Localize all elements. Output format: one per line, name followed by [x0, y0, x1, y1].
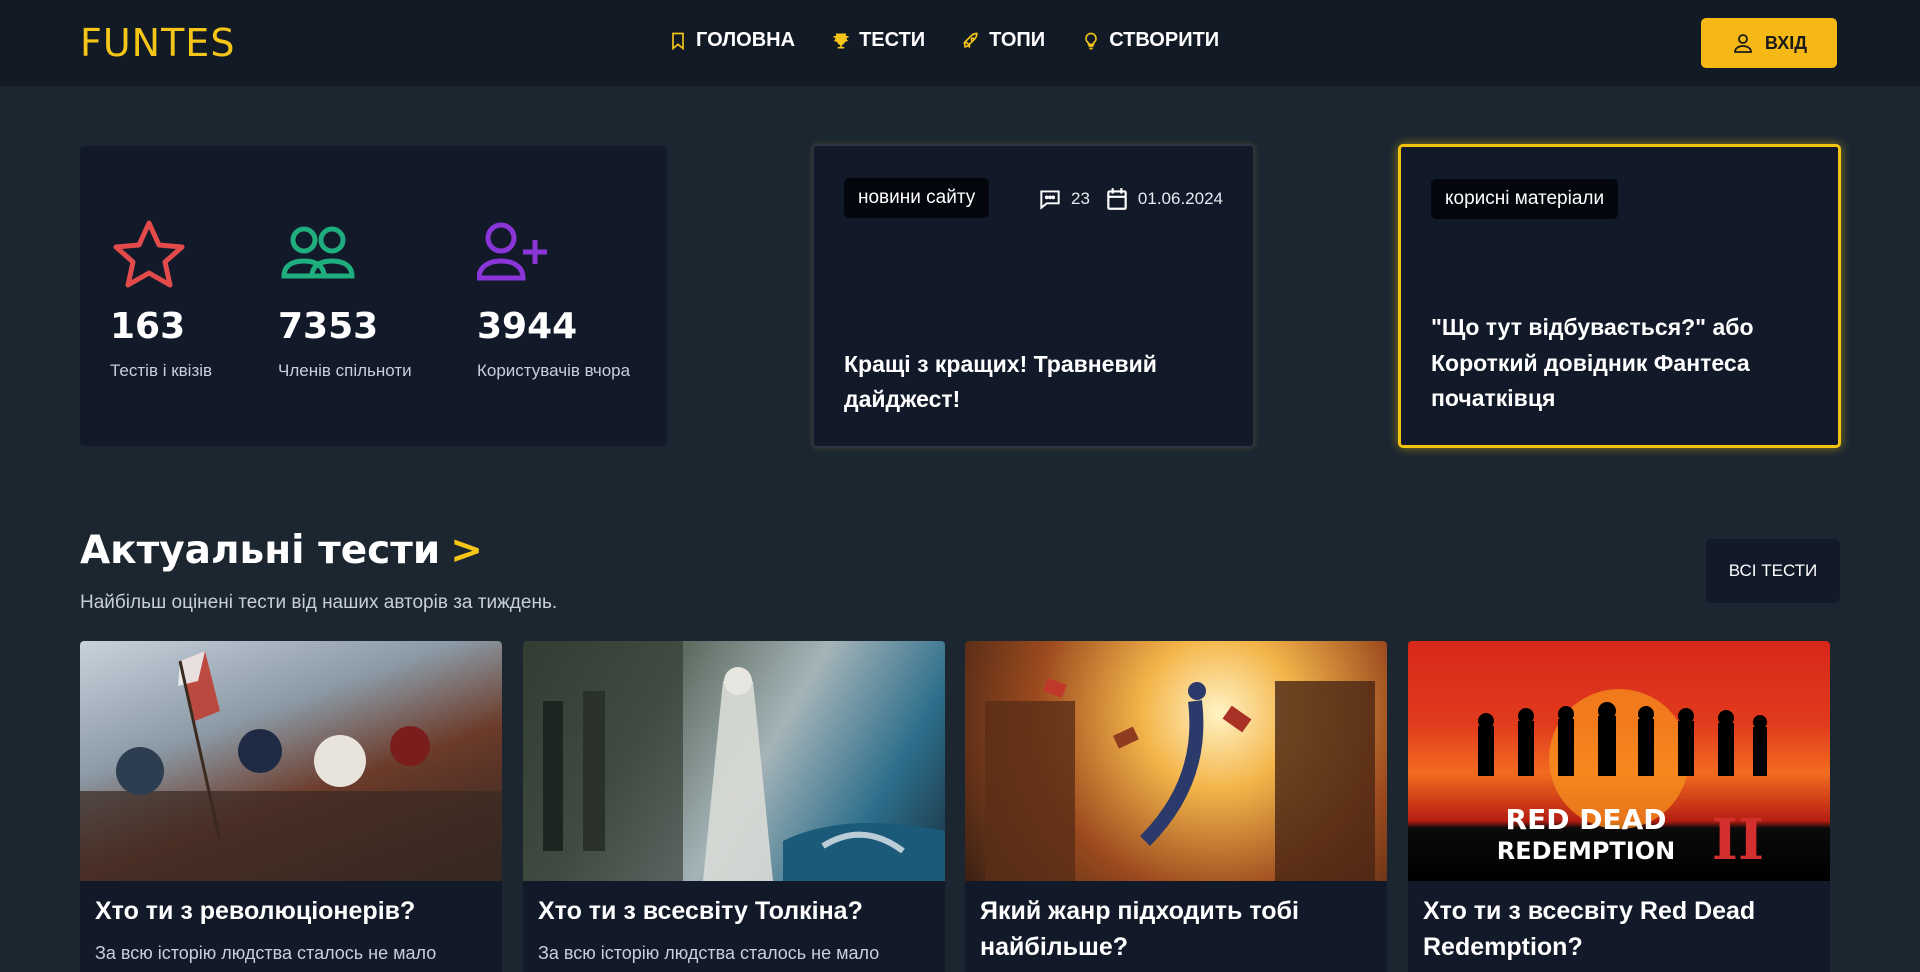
user-icon: [1734, 34, 1752, 53]
stat-tests: 163 Тестів і квізів: [110, 218, 212, 381]
user-plus-icon: [477, 222, 547, 281]
cover-title-line1: RED DEAD: [1506, 803, 1667, 836]
news-card-featured[interactable]: корисні матеріали "Що тут відбувається?"…: [1398, 144, 1841, 448]
stat-label: Тестів і квізів: [110, 361, 213, 380]
test-cover-image: RED DEAD REDEMPTION II: [1408, 641, 1830, 881]
category-tag[interactable]: новини сайту: [844, 178, 990, 218]
comment-count: 23: [1070, 189, 1090, 208]
stat-members: 7353 Членів спільноти: [278, 218, 412, 381]
stat-value: 7353: [278, 306, 379, 347]
test-cover-image: [965, 641, 1387, 881]
test-description: За всю історію людства сталось не мало: [95, 943, 437, 963]
test-card[interactable]: RED DEAD REDEMPTION II Хто ти з всесвіту…: [1408, 641, 1830, 972]
revolution-painting-image: [80, 651, 502, 881]
section-title[interactable]: Актуальні тести >: [80, 528, 483, 573]
tolkien-painting-image: [523, 641, 945, 881]
nav-item-home[interactable]: ГОЛОВНА: [668, 29, 795, 52]
test-description: За всю історію людства сталось не мало: [538, 943, 880, 963]
nav-item-tops[interactable]: ТОПИ: [961, 29, 1045, 52]
stat-value: 163: [110, 306, 186, 347]
bookmark-icon: [672, 32, 684, 50]
test-title[interactable]: Який жанр підходить тобі найбільше?: [980, 893, 1372, 966]
nav-item-label: ГОЛОВНА: [696, 29, 796, 51]
lightbulb-icon: [1085, 32, 1098, 49]
news-card[interactable]: новини сайту 23 01.06.2024 Кращі з кращи…: [812, 144, 1255, 448]
all-tests-button[interactable]: ВСІ ТЕСТИ: [1706, 539, 1840, 603]
calendar-icon: [1107, 188, 1127, 210]
test-card[interactable]: Який жанр підходить тобі найбільше?: [965, 641, 1387, 972]
users-icon: [281, 226, 355, 279]
rocket-icon: [963, 32, 978, 48]
test-title[interactable]: Хто ти з всесвіту Red Dead Redemption?: [1423, 893, 1815, 966]
stat-value: 3944: [477, 306, 578, 347]
category-tag[interactable]: корисні матеріали: [1431, 179, 1619, 219]
nav-item-label: СТВОРИТИ: [1109, 29, 1220, 51]
stat-label: Членів спільноти: [278, 361, 412, 380]
top-navigation-bar: FUNTES ГОЛОВНА ТЕСТИ ТОПИ СТВОРИТИ ВХІД: [0, 0, 1920, 86]
section-title-text: Актуальні тести: [80, 528, 441, 573]
test-card[interactable]: Хто ти з революціонерів? За всю історію …: [80, 641, 502, 972]
nav-item-create[interactable]: СТВОРИТИ: [1081, 29, 1219, 52]
login-button-label: ВХІД: [1764, 32, 1808, 53]
test-cover-image: [80, 641, 502, 881]
stat-label: Користувачів вчора: [477, 361, 631, 380]
cover-title-line2: REDEMPTION: [1497, 837, 1675, 865]
trophy-icon: [833, 33, 849, 48]
news-title[interactable]: Кращі з кращих! Травневий дайджест!: [844, 347, 1223, 418]
main-nav: ГОЛОВНА ТЕСТИ ТОПИ СТВОРИТИ: [668, 29, 1219, 52]
library-painting-image: [985, 678, 1375, 881]
comment-icon: [1040, 190, 1060, 210]
test-cover-image: [523, 641, 945, 881]
nav-item-label: ТЕСТИ: [859, 29, 926, 51]
site-logo[interactable]: FUNTES: [80, 21, 235, 65]
news-meta: 23 01.06.2024: [1037, 186, 1223, 212]
news-title[interactable]: "Що тут відбувається?" або Короткий дові…: [1431, 310, 1808, 417]
nav-item-label: ТОПИ: [989, 29, 1046, 51]
news-date: 01.06.2024: [1137, 189, 1223, 208]
cover-title-numeral: II: [1712, 807, 1764, 873]
stats-card: 163 Тестів і квізів 7353 Членів спільнот…: [80, 146, 667, 446]
login-button[interactable]: ВХІД: [1701, 18, 1837, 68]
test-card[interactable]: Хто ти з всесвіту Толкіна? За всю історі…: [523, 641, 945, 972]
test-title[interactable]: Хто ти з революціонерів?: [95, 893, 487, 929]
section-subtitle: Найбільш оцінені тести від наших авторів…: [80, 592, 558, 613]
test-title[interactable]: Хто ти з всесвіту Толкіна?: [538, 893, 930, 929]
stat-yesterday-users: 3944 Користувачів вчора: [477, 218, 630, 381]
red-dead-redemption-cover-image: RED DEAD REDEMPTION II: [1478, 689, 1767, 873]
nav-item-tests[interactable]: ТЕСТИ: [831, 29, 925, 52]
star-icon: [113, 220, 185, 288]
chevron-right-icon: >: [450, 528, 483, 573]
